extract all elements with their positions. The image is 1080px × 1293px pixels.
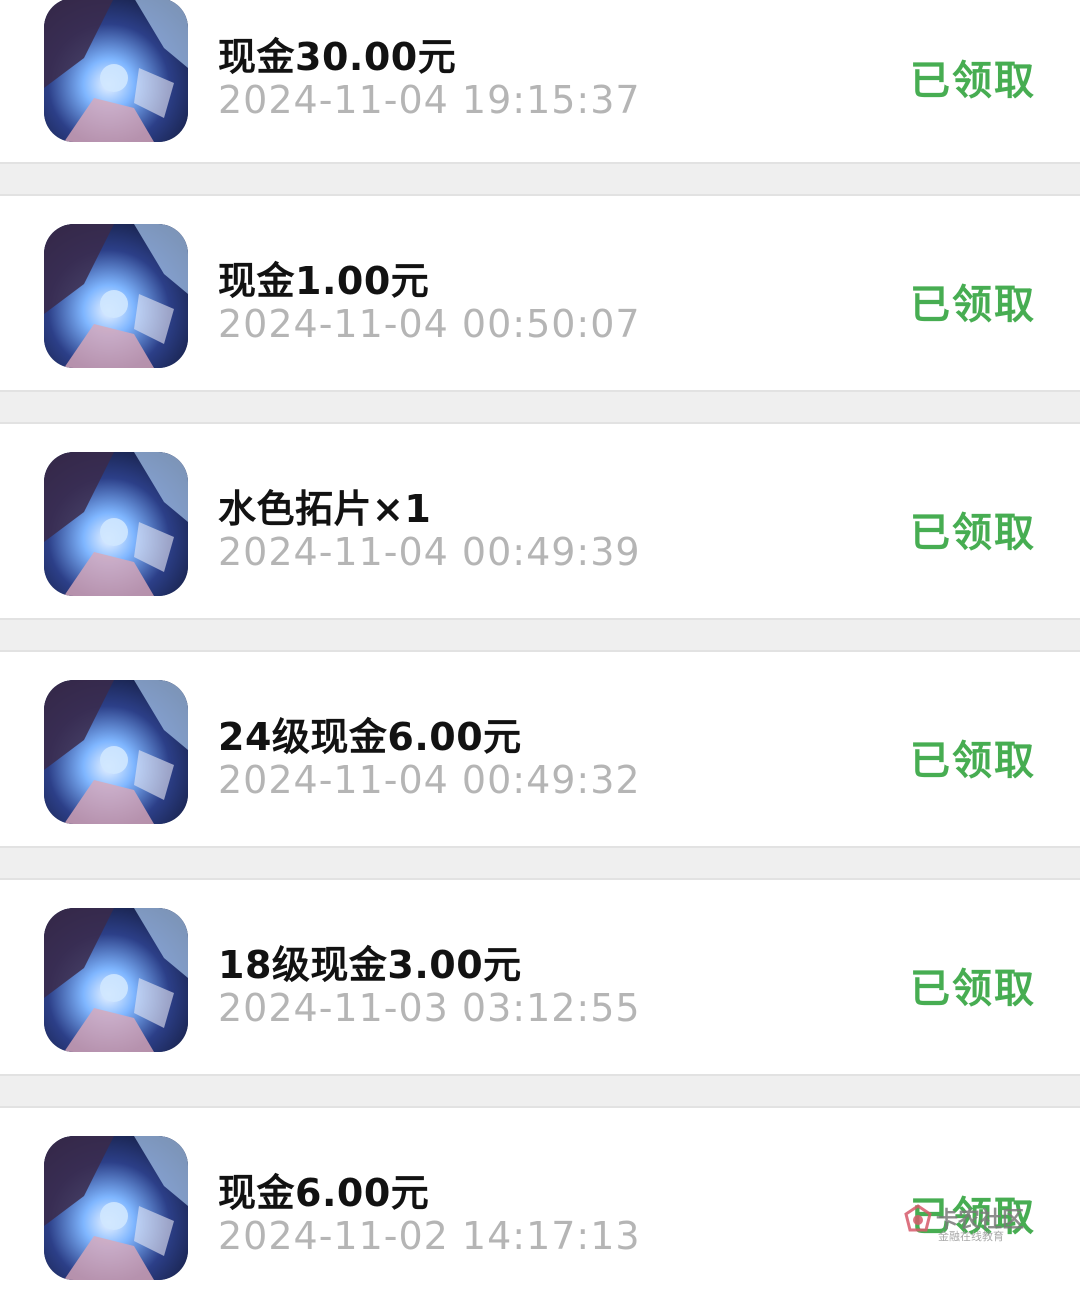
reward-title: 24级现金6.00元	[218, 715, 522, 759]
watermark-logo: 卡农社区 金融在线教育	[902, 1200, 1032, 1244]
list-item[interactable]: 现金1.00元 2024-11-04 00:50:07 已领取	[0, 194, 1080, 392]
game-avatar-icon	[44, 224, 188, 368]
reward-time: 2024-11-04 00:49:39	[218, 530, 641, 574]
status-badge: 已领取	[910, 966, 1036, 1012]
reward-title: 现金30.00元	[218, 35, 457, 79]
game-avatar-icon	[44, 680, 188, 824]
game-avatar-icon	[44, 452, 188, 596]
list-item[interactable]: 18级现金3.00元 2024-11-03 03:12:55 已领取	[0, 878, 1080, 1076]
reward-time: 2024-11-04 00:50:07	[218, 302, 641, 346]
watermark-slogan: 金融在线教育	[938, 1230, 1004, 1243]
list-item[interactable]: 现金30.00元 2024-11-04 19:15:37 已领取	[0, 0, 1080, 164]
reward-title: 现金1.00元	[218, 259, 430, 303]
reward-time: 2024-11-02 14:17:13	[218, 1214, 641, 1258]
status-badge: 已领取	[910, 510, 1036, 556]
reward-time: 2024-11-03 03:12:55	[218, 986, 641, 1030]
status-badge: 已领取	[910, 282, 1036, 328]
status-badge: 已领取	[910, 738, 1036, 784]
reward-title: 现金6.00元	[218, 1171, 430, 1215]
game-avatar-icon	[44, 908, 188, 1052]
reward-record-list: 现金30.00元 2024-11-04 19:15:37 已领取 现金1.00元…	[0, 0, 1080, 1293]
reward-time: 2024-11-04 19:15:37	[218, 78, 641, 122]
status-badge: 已领取	[910, 58, 1036, 104]
reward-time: 2024-11-04 00:49:32	[218, 758, 641, 802]
watermark-icon	[904, 1204, 932, 1232]
game-avatar-icon	[44, 1136, 188, 1280]
list-item[interactable]: 24级现金6.00元 2024-11-04 00:49:32 已领取	[0, 650, 1080, 848]
reward-title: 水色拓片×1	[218, 487, 432, 531]
list-item[interactable]: 水色拓片×1 2024-11-04 00:49:39 已领取	[0, 422, 1080, 620]
reward-title: 18级现金3.00元	[218, 943, 522, 987]
game-avatar-icon	[44, 0, 188, 142]
